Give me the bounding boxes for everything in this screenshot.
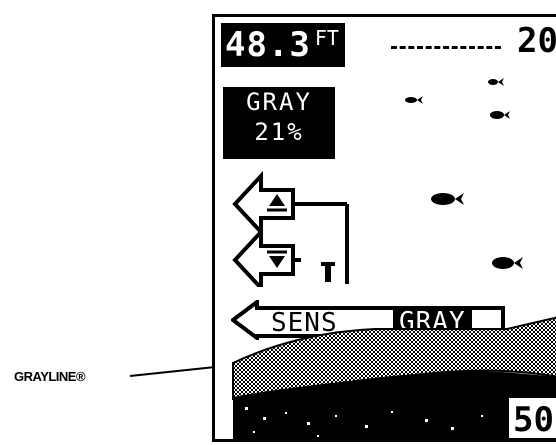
grayline-callout-label: GRAYLINE® [14,369,86,384]
fish-icon [431,193,464,205]
fish-icon [488,78,504,86]
fish-icon [492,257,523,269]
sonar-graph [232,78,556,439]
sonar-display: 48.3 FT 20 GRAY 21% SENS GRAY 50 [212,14,556,442]
fish-icon [490,111,510,119]
callout-leader-line [129,365,218,377]
lower-range-scale: 50 [506,395,556,439]
fish-icon [405,96,423,104]
